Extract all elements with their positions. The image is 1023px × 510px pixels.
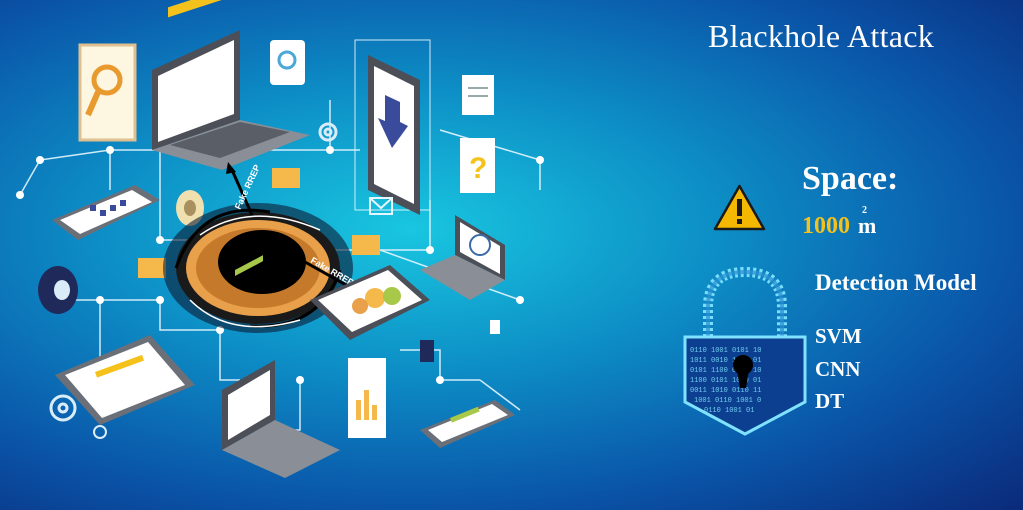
detection-model-item: SVM (815, 324, 862, 348)
question-bubble-icon: ? (460, 138, 495, 193)
usb-icon (420, 320, 500, 362)
document-bubble-icon (462, 75, 494, 115)
laptop-globe-icon (420, 215, 505, 300)
detection-model-title: Detection Model (815, 270, 977, 295)
space-unit-superscript: 2 (862, 205, 867, 216)
svg-text:0011 1010 0110 11: 0011 1010 0110 11 (690, 387, 761, 395)
phone-qr-icon (52, 185, 160, 240)
padlock-icon: 0110 1001 0101 10 1011 0010 1101 01 0101… (683, 266, 807, 436)
magnifier-frame-icon (78, 43, 137, 142)
chart-bubble-icon (348, 358, 386, 438)
network-illustration: ? Fake RREP Fake RREP (16, 0, 544, 478)
location-pin-icon (38, 266, 78, 314)
space-label: Space: (802, 160, 899, 197)
banner: ? Fake RREP Fake RREP Blackhole Attack S… (0, 0, 1023, 510)
space-unit: 2 m (858, 205, 877, 238)
svg-text:0110 1001 01: 0110 1001 01 (704, 407, 754, 415)
svg-text:?: ? (469, 152, 487, 185)
gear-icon (318, 122, 338, 142)
warning-icon (713, 184, 766, 231)
space-value-row: 1000 2 m (802, 205, 877, 240)
phone-bottom-icon (420, 400, 515, 448)
tablet-download-icon (368, 55, 420, 215)
detection-model-list: SVM CNN DT (815, 320, 862, 418)
svg-text:0110 1001 0101 10: 0110 1001 0101 10 (690, 347, 761, 355)
gear-bottom-icon (49, 394, 77, 422)
svg-text:1001 0110 1001 0: 1001 0110 1001 0 (694, 397, 761, 405)
space-value: 1000 (802, 213, 850, 239)
space-unit-text: m (858, 213, 877, 238)
location-small-icon (93, 425, 107, 439)
search-bubble-icon (270, 40, 305, 85)
detection-model-item: CNN (815, 356, 861, 381)
page-title: Blackhole Attack (708, 18, 935, 54)
mail-icon (369, 197, 393, 215)
svg-text:1100 0101 1010 01: 1100 0101 1010 01 (690, 377, 761, 385)
detection-model-item: DT (815, 389, 845, 413)
